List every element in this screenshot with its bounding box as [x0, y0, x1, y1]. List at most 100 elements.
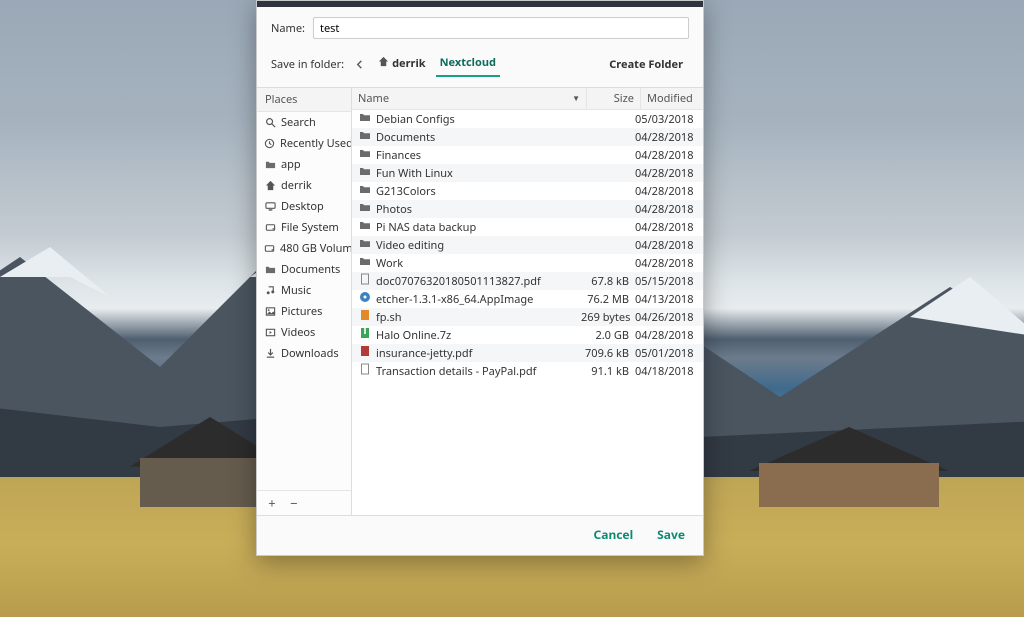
breadcrumb-current[interactable]: Nextcloud	[436, 51, 500, 77]
file-row[interactable]: Debian Configs05/03/2018	[352, 110, 703, 128]
sidebar-item[interactable]: Desktop	[257, 196, 351, 217]
img-icon	[358, 291, 372, 307]
breadcrumb-parent[interactable]: derrik	[374, 52, 429, 76]
name-input[interactable]	[313, 17, 689, 39]
file-size: 76.2 MB	[581, 292, 635, 307]
places-sidebar: Places Search Recently Used app derrik Deskt…	[257, 88, 352, 515]
home-icon	[378, 56, 389, 71]
file-name: G213Colors	[376, 184, 581, 199]
pictures-icon	[264, 306, 276, 317]
file-size: 269 bytes	[581, 310, 635, 325]
folder-icon	[358, 183, 372, 199]
file-row[interactable]: Pi NAS data backup 04/28/2018	[352, 218, 703, 236]
sidebar-item-label: Pictures	[281, 304, 322, 319]
file-row[interactable]: Transaction details - PayPal.pdf91.1 kB0…	[352, 362, 703, 380]
file-row[interactable]: doc07076320180501113827.pdf67.8 kB05/15/…	[352, 272, 703, 290]
file-row[interactable]: Fun With Linux 04/28/2018	[352, 164, 703, 182]
pdf-icon	[358, 345, 372, 361]
add-bookmark-button[interactable]: +	[263, 494, 281, 512]
name-label: Name:	[271, 21, 305, 36]
sidebar-item[interactable]: Videos	[257, 322, 351, 343]
sidebar-item-label: Search	[281, 115, 316, 130]
save-button[interactable]: Save	[657, 526, 685, 543]
file-row[interactable]: etcher-1.3.1-x86_64.AppImage76.2 MB04/13…	[352, 290, 703, 308]
file-row[interactable]: Finances 04/28/2018	[352, 146, 703, 164]
folder-icon	[358, 165, 372, 181]
sidebar-item[interactable]: Downloads	[257, 343, 351, 364]
sidebar-item-label: app	[281, 157, 301, 172]
places-header: Places	[257, 88, 351, 112]
file-size: 2.0 GB	[581, 328, 635, 343]
file-row[interactable]: fp.sh269 bytes04/26/2018	[352, 308, 703, 326]
sidebar-item-label: Desktop	[281, 199, 324, 214]
file-modified: 04/28/2018	[635, 256, 697, 271]
file-modified: 04/28/2018	[635, 130, 697, 145]
file-name: etcher-1.3.1-x86_64.AppImage	[376, 292, 581, 307]
file-modified: 05/03/2018	[635, 112, 697, 127]
sidebar-item[interactable]: Pictures	[257, 301, 351, 322]
sidebar-item[interactable]: Documents	[257, 259, 351, 280]
file-list-area: Name ▼ Size Modified Debian Configs05/03…	[352, 88, 703, 515]
file-size: 91.1 kB	[581, 364, 635, 379]
videos-icon	[264, 327, 276, 338]
file-modified: 04/28/2018	[635, 166, 697, 181]
sidebar-item[interactable]: app	[257, 154, 351, 175]
home-icon	[264, 180, 276, 191]
file-row[interactable]: insurance-jetty.pdf709.6 kB05/01/2018	[352, 344, 703, 362]
sidebar-item-label: Videos	[281, 325, 315, 340]
file-name: doc07076320180501113827.pdf	[376, 274, 581, 289]
sidebar-item[interactable]: Recently Used	[257, 133, 351, 154]
file-row[interactable]: Halo Online.7z2.0 GB04/28/2018	[352, 326, 703, 344]
folder-icon	[358, 201, 372, 217]
sidebar-item[interactable]: Search	[257, 112, 351, 133]
column-modified[interactable]: Modified	[641, 88, 703, 109]
folder-icon	[264, 264, 276, 275]
sidebar-item-label: Downloads	[281, 346, 339, 361]
file-name: Transaction details - PayPal.pdf	[376, 364, 581, 379]
file-name: Work	[376, 256, 581, 271]
file-name: Fun With Linux	[376, 166, 581, 181]
cancel-button[interactable]: Cancel	[594, 526, 634, 543]
breadcrumb-back-button[interactable]	[350, 55, 368, 73]
column-name[interactable]: Name ▼	[352, 88, 587, 109]
folder-icon	[358, 219, 372, 235]
folder-icon	[358, 255, 372, 271]
file-name: Halo Online.7z	[376, 328, 581, 343]
disk-icon	[264, 222, 276, 233]
file-modified: 04/28/2018	[635, 328, 697, 343]
file-modified: 04/26/2018	[635, 310, 697, 325]
file-row[interactable]: Work 04/28/2018	[352, 254, 703, 272]
file-modified: 04/28/2018	[635, 148, 697, 163]
column-headers: Name ▼ Size Modified	[352, 88, 703, 110]
file-row[interactable]: Documents04/28/2018	[352, 128, 703, 146]
generic-icon	[358, 363, 372, 379]
file-modified: 04/28/2018	[635, 220, 697, 235]
file-row[interactable]: Photos04/28/2018	[352, 200, 703, 218]
file-name: Pi NAS data backup	[376, 220, 581, 235]
remove-bookmark-button[interactable]: −	[285, 494, 303, 512]
sidebar-item[interactable]: 480 GB Volume	[257, 238, 351, 259]
search-icon	[264, 117, 276, 128]
generic-icon	[358, 273, 372, 289]
folder-icon	[358, 129, 372, 145]
folder-icon	[358, 147, 372, 163]
file-modified: 04/28/2018	[635, 184, 697, 199]
file-modified: 04/18/2018	[635, 364, 697, 379]
file-modified: 04/28/2018	[635, 202, 697, 217]
file-row[interactable]: G213Colors 04/28/2018	[352, 182, 703, 200]
sidebar-item[interactable]: File System	[257, 217, 351, 238]
disk-icon	[264, 243, 275, 254]
create-folder-button[interactable]: Create Folder	[603, 53, 689, 76]
clock-icon	[264, 138, 275, 149]
sidebar-item[interactable]: Music	[257, 280, 351, 301]
desktop-wallpaper: Name: Save in folder: derrik Nextcloud	[0, 0, 1024, 617]
music-icon	[264, 285, 276, 296]
file-modified: 04/28/2018	[635, 238, 697, 253]
sidebar-item-label: Documents	[281, 262, 340, 277]
sidebar-item[interactable]: derrik	[257, 175, 351, 196]
file-name: Finances	[376, 148, 581, 163]
file-size: 67.8 kB	[581, 274, 635, 289]
file-row[interactable]: Video editing04/28/2018	[352, 236, 703, 254]
column-size[interactable]: Size	[587, 88, 641, 109]
file-name: insurance-jetty.pdf	[376, 346, 581, 361]
